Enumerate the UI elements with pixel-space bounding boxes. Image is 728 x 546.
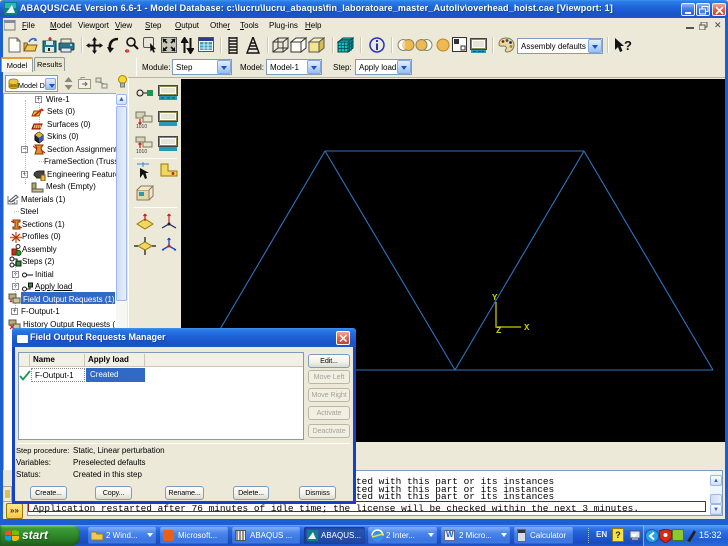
svg-text:1010: 1010 — [136, 149, 147, 153]
svg-text:Y: Y — [492, 293, 498, 303]
svg-text:?: ? — [624, 38, 632, 53]
svg-text:X: X — [524, 323, 530, 333]
svg-text:Z: Z — [496, 326, 501, 336]
svg-text:s: s — [12, 199, 16, 205]
svg-text:1010: 1010 — [136, 124, 147, 128]
